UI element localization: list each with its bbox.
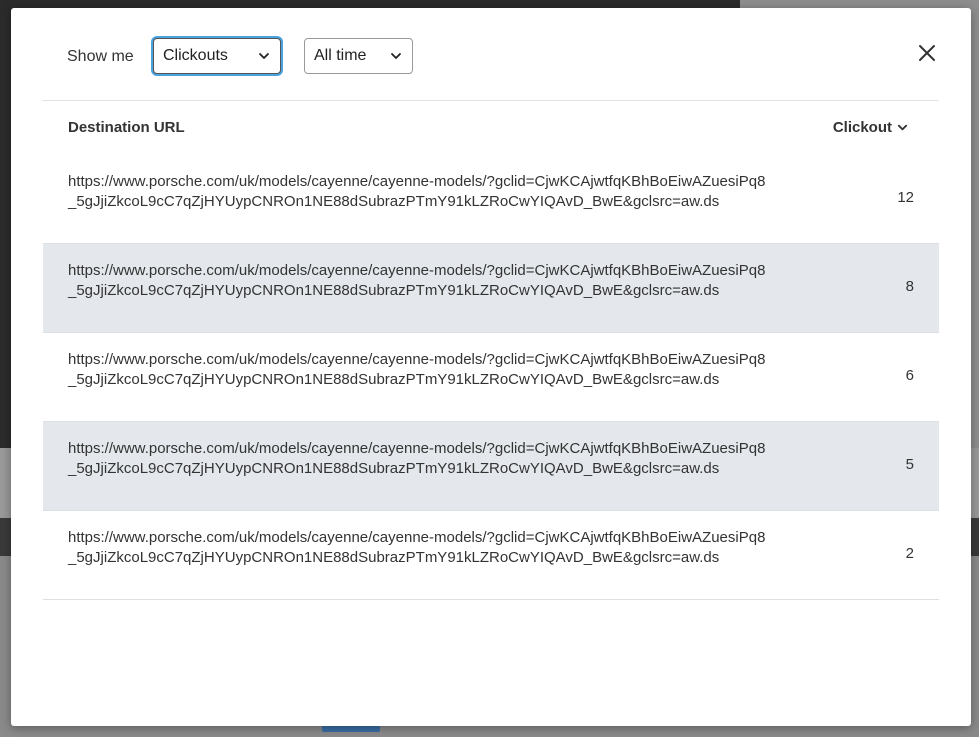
metric-select-value: Clickouts xyxy=(163,47,228,64)
close-icon[interactable] xyxy=(915,41,939,65)
table-header: Destination URL Clickout xyxy=(43,101,939,155)
column-header-clickout[interactable]: Clickout xyxy=(833,119,908,136)
table-row[interactable]: https://www.porsche.com/uk/models/cayenn… xyxy=(43,155,939,244)
table-row[interactable]: https://www.porsche.com/uk/models/cayenn… xyxy=(43,333,939,422)
sort-chevron-icon xyxy=(897,124,908,131)
table-row[interactable]: https://www.porsche.com/uk/models/cayenn… xyxy=(43,422,939,511)
clickout-count: 12 xyxy=(897,189,914,206)
period-select-value: All time xyxy=(314,47,367,64)
chevron-down-icon xyxy=(259,53,269,59)
clickout-count: 5 xyxy=(905,456,914,473)
destination-url: https://www.porsche.com/uk/models/cayenn… xyxy=(68,440,766,477)
destination-url: https://www.porsche.com/uk/models/cayenn… xyxy=(68,173,766,210)
column-header-url: Destination URL xyxy=(68,119,185,136)
clickout-count: 2 xyxy=(905,545,914,562)
destination-url: https://www.porsche.com/uk/models/cayenn… xyxy=(68,262,766,299)
destination-url: https://www.porsche.com/uk/models/cayenn… xyxy=(68,529,766,566)
metric-select[interactable]: Clickouts xyxy=(153,38,281,74)
destination-table: Destination URL Clickout https://www.por… xyxy=(43,101,939,600)
clickout-count: 8 xyxy=(905,278,914,295)
chevron-down-icon xyxy=(391,53,401,59)
table-row[interactable]: https://www.porsche.com/uk/models/cayenn… xyxy=(43,511,939,600)
modal-toolbar: Show me Clickouts All time xyxy=(11,8,971,100)
period-select[interactable]: All time xyxy=(304,38,413,74)
clickouts-modal: Show me Clickouts All time Destination U… xyxy=(11,8,971,726)
table-row[interactable]: https://www.porsche.com/uk/models/cayenn… xyxy=(43,244,939,333)
show-me-label: Show me xyxy=(67,48,134,65)
clickout-count: 6 xyxy=(905,367,914,384)
column-header-clickout-label: Clickout xyxy=(832,119,892,136)
destination-url: https://www.porsche.com/uk/models/cayenn… xyxy=(68,351,766,388)
